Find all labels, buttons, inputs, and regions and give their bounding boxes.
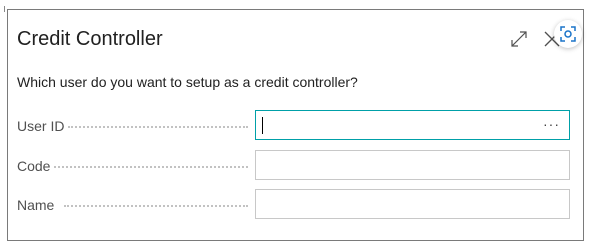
code-label: Code bbox=[17, 158, 55, 174]
user-id-lookup-button[interactable]: ··· bbox=[543, 116, 560, 132]
name-leader-dots bbox=[64, 205, 248, 207]
user-id-input[interactable]: ··· bbox=[255, 110, 570, 140]
credit-controller-dialog: Credit Controller Which user do you want… bbox=[7, 9, 584, 241]
dialog-title: Credit Controller bbox=[17, 28, 163, 50]
name-label: Name bbox=[17, 197, 59, 213]
name-input[interactable] bbox=[255, 189, 570, 219]
screen-capture-icon[interactable] bbox=[554, 20, 582, 48]
user-id-leader-dots bbox=[68, 126, 248, 128]
expand-icon[interactable] bbox=[510, 30, 528, 48]
text-caret bbox=[262, 117, 263, 134]
user-id-label: User ID bbox=[17, 118, 69, 134]
dialog-instruction: Which user do you want to setup as a cre… bbox=[17, 74, 358, 90]
code-leader-dots bbox=[54, 166, 248, 168]
code-input[interactable] bbox=[255, 150, 570, 180]
